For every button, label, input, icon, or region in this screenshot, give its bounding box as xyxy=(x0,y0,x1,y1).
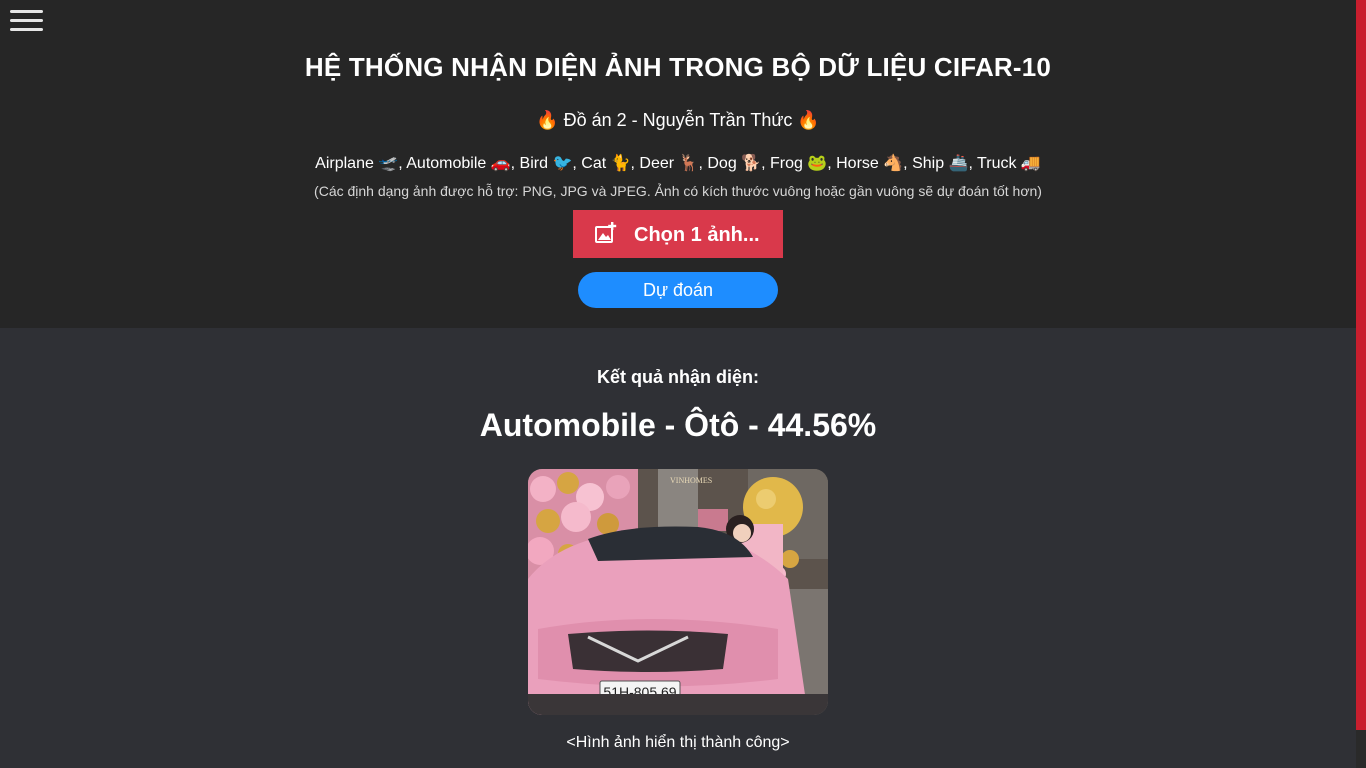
menu-line xyxy=(10,28,43,31)
scrollbar-thumb[interactable] xyxy=(1356,0,1366,730)
choose-image-label: Chọn 1 ảnh... xyxy=(634,224,760,246)
page: HỆ THỐNG NHẬN DIỆN ẢNH TRONG BỘ DỮ LIỆU … xyxy=(0,0,1366,768)
uploaded-image-illustration: VINHOMES 51H-805.69 xyxy=(528,469,828,715)
uploaded-image: VINHOMES 51H-805.69 xyxy=(528,469,828,715)
add-image-icon xyxy=(595,222,617,243)
page-title: HỆ THỐNG NHẬN DIỆN ẢNH TRONG BỘ DỮ LIỆU … xyxy=(304,52,1052,82)
hamburger-menu-icon[interactable] xyxy=(10,9,43,33)
page-subtitle: 🔥 Đồ án 2 - Nguyễn Trần Thức 🔥 xyxy=(536,110,820,130)
choose-image-button[interactable]: Chọn 1 ảnh... xyxy=(573,210,783,258)
result-heading: Kết quả nhận diện: xyxy=(597,367,759,387)
class-list: Airplane 🛫, Automobile 🚗, Bird 🐦, Cat 🐈,… xyxy=(315,155,1041,172)
format-note: (Các định dạng ảnh được hỗ trợ: PNG, JPG… xyxy=(314,183,1042,199)
header-panel: HỆ THỐNG NHẬN DIỆN ẢNH TRONG BỘ DỮ LIỆU … xyxy=(0,0,1356,328)
image-caption: <Hình ảnh hiển thị thành công> xyxy=(566,734,790,751)
menu-line xyxy=(10,10,43,13)
predict-button[interactable]: Dự đoán xyxy=(578,272,778,308)
menu-line xyxy=(10,19,43,22)
building-sign: VINHOMES xyxy=(670,476,712,485)
scrollbar[interactable] xyxy=(1356,0,1366,768)
result-value: Automobile - Ôtô - 44.56% xyxy=(479,407,877,443)
